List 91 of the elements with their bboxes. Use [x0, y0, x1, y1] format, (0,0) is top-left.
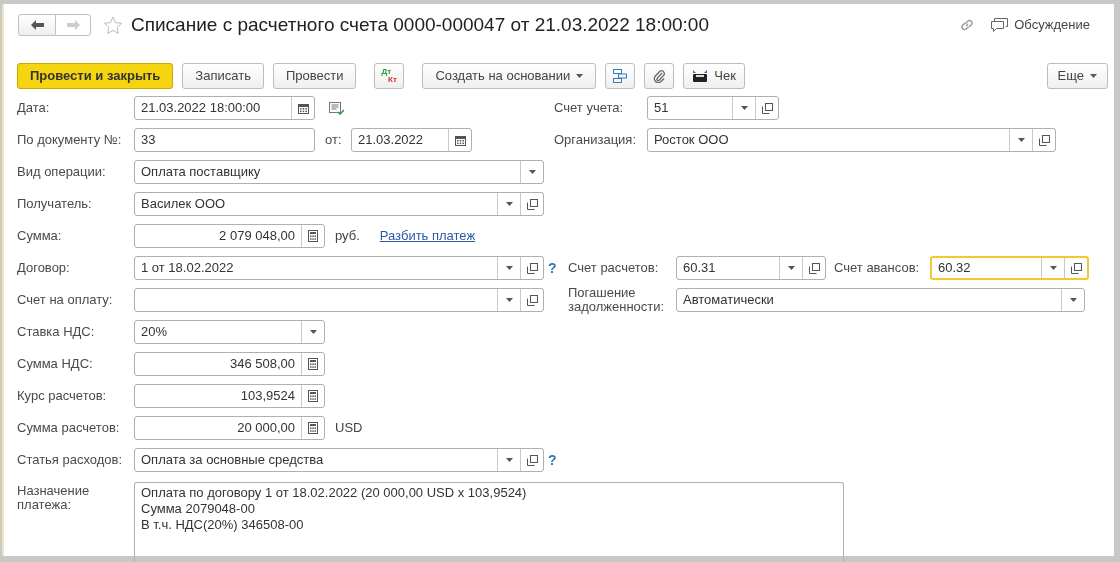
open-icon — [1038, 134, 1050, 146]
help-link[interactable]: ? — [548, 449, 557, 471]
account-field[interactable]: 51 — [647, 96, 779, 120]
open-icon — [526, 454, 538, 466]
invoice-field[interactable] — [134, 288, 544, 312]
chat-icon — [991, 17, 1009, 33]
field-label: Курс расчетов: — [17, 389, 108, 403]
cash-register-icon — [692, 69, 709, 83]
open-icon — [526, 294, 538, 306]
calculator-icon — [308, 230, 318, 242]
structure-button[interactable] — [605, 63, 636, 89]
field-label: Погашение задолженности: — [568, 286, 666, 314]
settlement-amount-field[interactable]: 20 000,00 — [134, 416, 325, 440]
hierarchy-icon — [613, 69, 628, 83]
open-icon — [808, 262, 820, 274]
caret-icon — [528, 170, 536, 174]
toolbar-button[interactable]: Провести — [272, 63, 357, 89]
caret-icon — [309, 330, 317, 334]
field-label: Счет авансов: — [834, 261, 921, 275]
star-icon[interactable] — [103, 15, 123, 35]
advance-account-field[interactable]: 60.32 — [930, 256, 1089, 280]
journal-entries-button[interactable]: Дт Кт — [374, 63, 405, 89]
payment-purpose-field[interactable]: Оплата по договору 1 от 18.02.2022 (20 000,00 USD x 103,9524) Сумма 2079048-00 В т.ч. НДС(20%) 346508-00 — [134, 482, 844, 562]
currency-text: руб. — [335, 227, 360, 246]
field-label: По документу №: — [17, 133, 123, 147]
field-label: Ставка НДС: — [17, 325, 96, 339]
split-payment-link[interactable]: Разбить платеж — [379, 226, 476, 246]
open-icon — [526, 198, 538, 210]
back-arrow-icon — [30, 20, 44, 30]
open-icon — [526, 262, 538, 274]
vat-amount-field[interactable]: 346 508,00 — [134, 352, 325, 376]
open-icon — [1070, 262, 1082, 274]
caret-icon — [505, 458, 513, 462]
caret-icon — [1090, 74, 1097, 78]
post-and-close-button[interactable]: Провести и закрыть — [17, 63, 174, 89]
caret-icon — [505, 266, 513, 270]
field-label: Счет учета: — [554, 101, 625, 115]
repayment-field[interactable]: Автоматически — [676, 288, 1085, 312]
calendar-icon — [454, 134, 466, 146]
currency-text: USD — [335, 419, 363, 438]
back-button[interactable] — [18, 14, 56, 36]
field-label: Дата: — [17, 101, 51, 115]
caret-icon — [787, 266, 795, 270]
field-label: Счет расчетов: — [568, 261, 660, 275]
receipt-button[interactable]: Чек — [683, 63, 745, 89]
caret-icon — [1017, 138, 1025, 142]
create-based-on-button[interactable]: Создать на основании — [422, 63, 597, 89]
field-label: Статья расходов: — [17, 453, 124, 467]
exchange-rate-field[interactable]: 103,9524 — [134, 384, 325, 408]
caret-icon — [740, 106, 748, 110]
field-label: Сумма: — [17, 229, 63, 243]
forward-arrow-icon — [66, 20, 80, 30]
document-date-field[interactable]: 21.03.2022 — [351, 128, 472, 152]
calculator-icon — [308, 358, 318, 370]
organization-field[interactable]: Росток ООО — [647, 128, 1056, 152]
caret-icon — [576, 74, 584, 78]
caret-icon — [1069, 298, 1077, 302]
caret-icon — [1049, 266, 1057, 270]
document-icon[interactable] — [329, 101, 344, 115]
caret-icon — [505, 202, 513, 206]
field-label: Получатель: — [17, 197, 93, 211]
field-label: Счет на оплату: — [17, 293, 114, 307]
field-label: Организация: — [554, 133, 638, 147]
field-label: от: — [324, 133, 343, 147]
caret-icon — [505, 298, 513, 302]
calculator-icon — [308, 390, 318, 402]
help-link[interactable]: ? — [548, 257, 557, 279]
calendar-icon — [297, 102, 309, 114]
link-icon[interactable] — [959, 17, 976, 33]
field-label: Сумма расчетов: — [17, 421, 121, 435]
recipient-field[interactable]: Василек ООО — [134, 192, 544, 216]
amount-field[interactable]: 2 079 048,00 — [134, 224, 325, 248]
open-icon — [761, 102, 773, 114]
document-number-field[interactable]: 33 — [134, 128, 315, 152]
window-title: Списание с расчетного счета 0000-000047 от 21.03.2022 18:00:00 — [131, 12, 709, 37]
vat-rate-field[interactable]: 20% — [134, 320, 325, 344]
toolbar-button[interactable]: Записать — [182, 63, 264, 89]
contract-field[interactable]: 1 от 18.02.2022 — [134, 256, 544, 280]
discussion-button[interactable]: Обсуждение — [991, 15, 1090, 35]
settlement-account-field[interactable]: 60.31 — [676, 256, 826, 280]
calculator-icon — [308, 422, 318, 434]
paperclip-icon — [653, 69, 666, 83]
field-label: Назначение платежа: — [17, 482, 91, 512]
date-field[interactable]: 21.03.2022 18:00:00 — [134, 96, 315, 120]
expense-item-field[interactable]: Оплата за основные средства — [134, 448, 544, 472]
field-label: Договор: — [17, 261, 71, 275]
field-label: Сумма НДС: — [17, 357, 94, 371]
more-button[interactable]: Еще — [1046, 63, 1108, 89]
operation-type-field[interactable]: Оплата поставщику — [134, 160, 544, 184]
field-label: Вид операции: — [17, 165, 107, 179]
attach-button[interactable] — [644, 63, 675, 89]
